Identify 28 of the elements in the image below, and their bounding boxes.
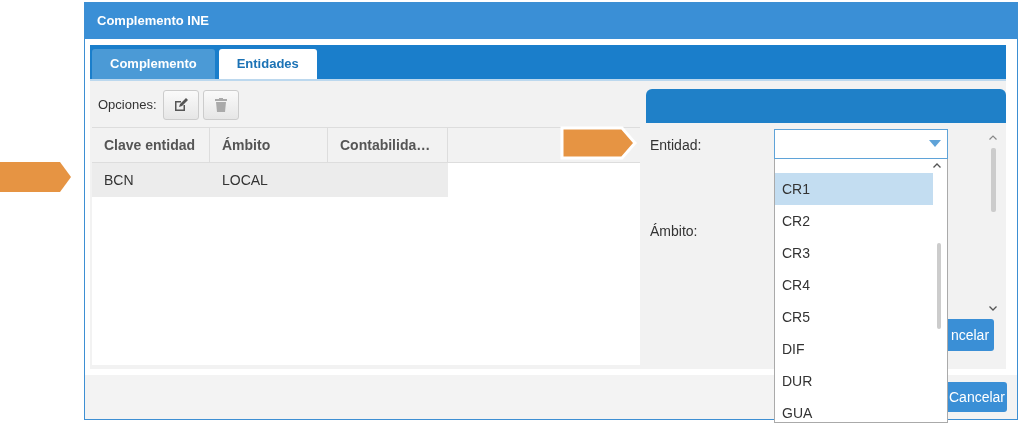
caret-icon: [929, 140, 941, 148]
dropdown-option[interactable]: DIF: [775, 332, 933, 365]
dropdown-option[interactable]: CR3: [775, 236, 933, 269]
dropdown-option[interactable]: CR5: [775, 300, 933, 333]
window-title: Complemento INE: [97, 13, 209, 29]
table-cell-text: BCN: [103, 170, 135, 190]
table-cell-text: LOCAL: [221, 170, 269, 190]
scroll-up-icon[interactable]: [989, 134, 997, 140]
scroll-up-icon[interactable]: [933, 162, 941, 168]
column-header[interactable]: Ámbito: [210, 127, 328, 162]
edit-icon: [172, 96, 189, 113]
field-label: Ámbito:: [650, 221, 699, 239]
table-row[interactable]: BCN LOCAL: [92, 162, 448, 197]
tab[interactable]: Entidades: [218, 48, 317, 79]
dropdown-option[interactable]: CR4: [775, 268, 933, 301]
options-label: Opciones:: [98, 97, 157, 113]
scroll-down-icon[interactable]: [989, 305, 997, 311]
scrollbar-thumb[interactable]: [937, 242, 941, 329]
callout-arrow: [0, 161, 72, 193]
dropdown-option[interactable]: CR1: [775, 172, 933, 205]
dropdown-option[interactable]: CR2: [775, 204, 933, 237]
dropdown-option[interactable]: DUR: [775, 364, 933, 397]
column-header[interactable]: Contabilida…: [328, 127, 448, 162]
column-header[interactable]: Clave entidad: [92, 127, 210, 162]
edit-button[interactable]: [162, 89, 199, 120]
trash-icon: [213, 96, 228, 113]
dropdown-option[interactable]: GUA: [775, 396, 933, 422]
field-label: Entidad:: [650, 135, 703, 153]
